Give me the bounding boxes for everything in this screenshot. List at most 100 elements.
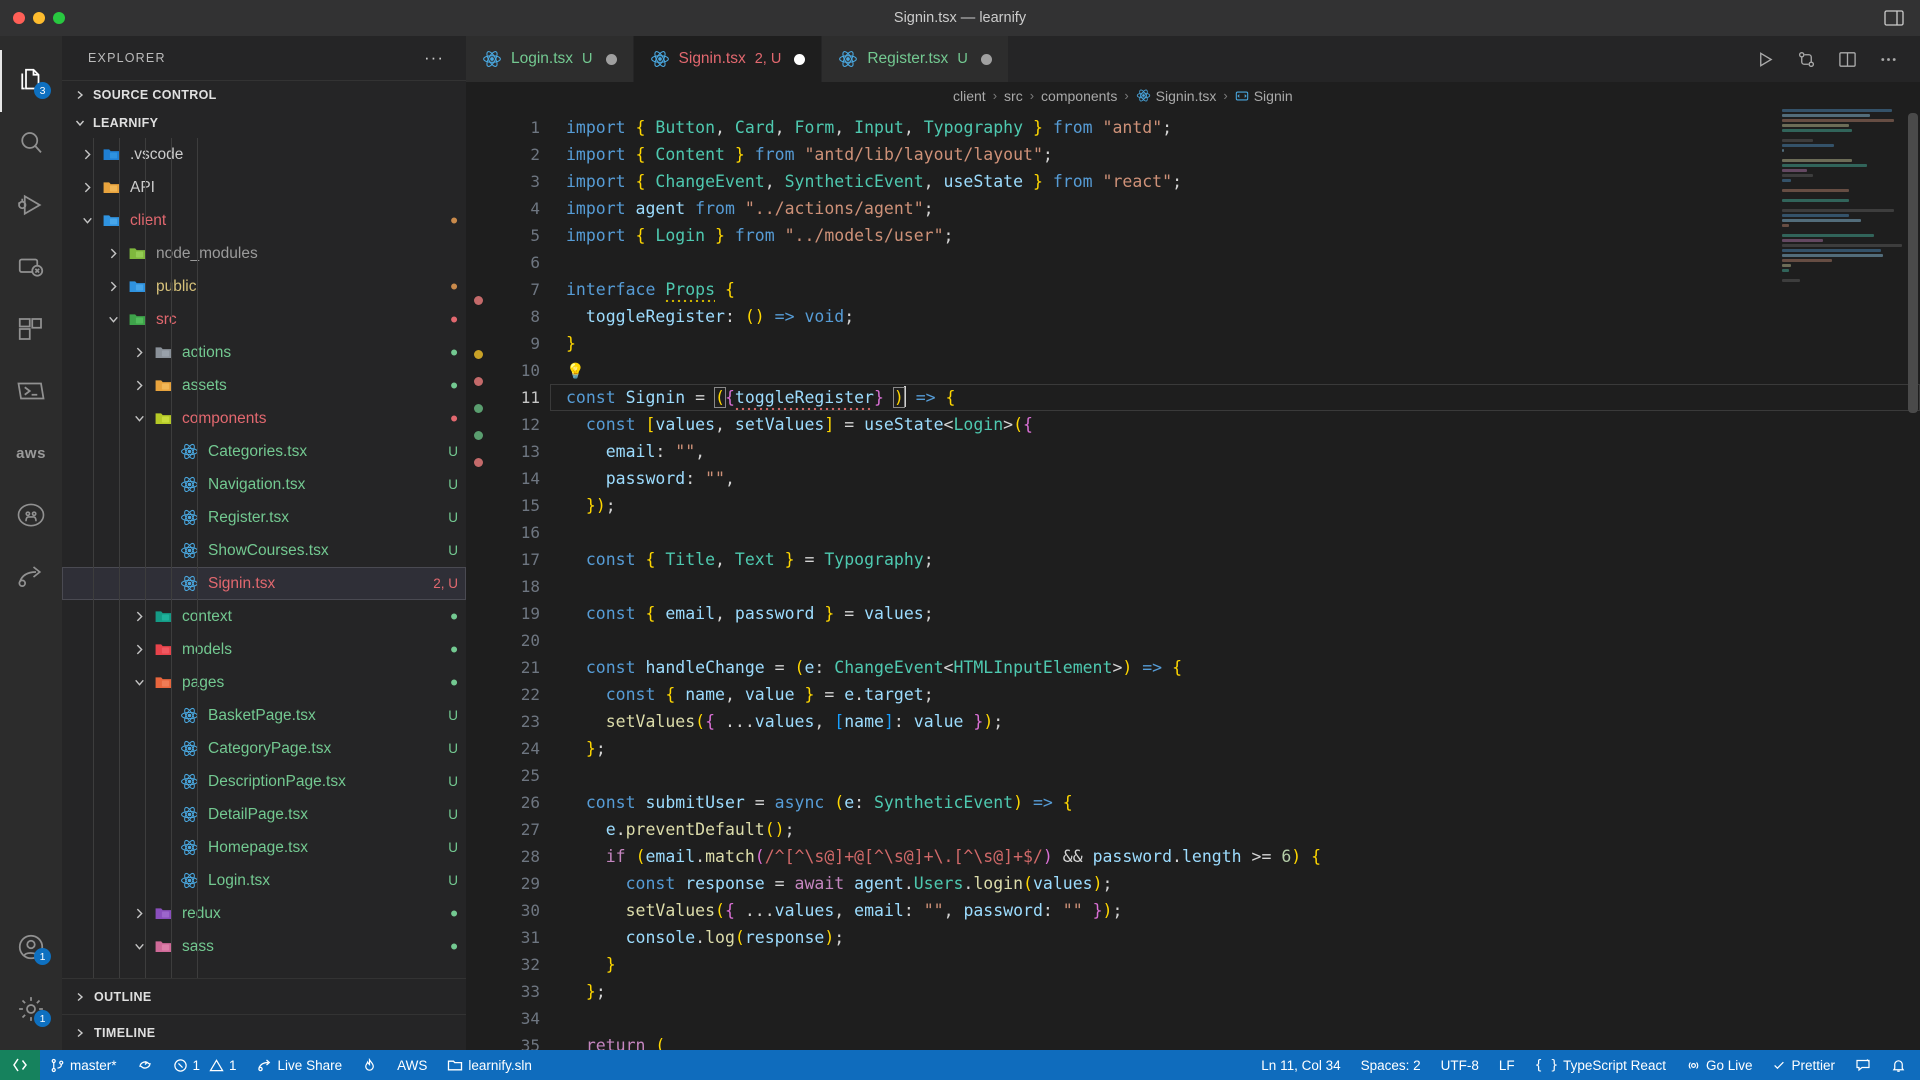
- tree-folder-item[interactable]: actions •: [62, 336, 466, 369]
- activity-item-extensions[interactable]: [0, 298, 62, 360]
- tree-file-item[interactable]: BasketPage.tsx U: [62, 699, 466, 732]
- code-line[interactable]: 5 import { Login } from "../models/user";: [488, 222, 1920, 249]
- tree-folder-item[interactable]: src •: [62, 303, 466, 336]
- tree-folder-item[interactable]: assets •: [62, 369, 466, 402]
- code-line[interactable]: 9}: [488, 330, 1920, 357]
- panel-source-control[interactable]: SOURCE CONTROL: [62, 80, 466, 108]
- code-line[interactable]: 17 const { Title, Text } = Typography;: [488, 546, 1920, 573]
- editor-tab-actions[interactable]: [1734, 36, 1920, 82]
- activity-item-live-share[interactable]: [0, 546, 62, 608]
- tree-file-item[interactable]: CategoryPage.tsx U: [62, 732, 466, 765]
- activity-item-terminal[interactable]: [0, 360, 62, 422]
- tree-file-item[interactable]: Signin.tsx 2, U: [62, 567, 466, 600]
- code-line[interactable]: 7 interface Props {: [488, 276, 1920, 303]
- chevron-right-icon[interactable]: [102, 280, 124, 293]
- code-line[interactable]: 19 const { email, password } = values;: [488, 600, 1920, 627]
- tree-folder-item[interactable]: client •: [62, 204, 466, 237]
- code-line[interactable]: 16: [488, 519, 1920, 546]
- code-line[interactable]: 18: [488, 573, 1920, 600]
- status-solution[interactable]: learnify.sln: [437, 1050, 542, 1080]
- status-problems[interactable]: 1 1: [163, 1050, 247, 1080]
- editor-tab[interactable]: Register.tsx U: [822, 36, 1009, 82]
- panel-outline[interactable]: OUTLINE: [62, 978, 466, 1014]
- code-line[interactable]: 23 setValues({ ...values, [name]: value …: [488, 708, 1920, 735]
- code-line[interactable]: 30 setValues({ ...values, email: "", pas…: [488, 897, 1920, 924]
- tree-file-item[interactable]: DescriptionPage.tsx U: [62, 765, 466, 798]
- activity-item-github[interactable]: [0, 484, 62, 546]
- status-language-mode[interactable]: { } TypeScript React: [1525, 1050, 1676, 1080]
- status-encoding[interactable]: UTF-8: [1431, 1050, 1489, 1080]
- chevron-down-icon[interactable]: [128, 940, 150, 953]
- code-line[interactable]: 26 const submitUser = async (e: Syntheti…: [488, 789, 1920, 816]
- chevron-right-icon[interactable]: [128, 907, 150, 920]
- chevron-right-icon[interactable]: [102, 247, 124, 260]
- status-live-share[interactable]: Live Share: [247, 1050, 353, 1080]
- tree-file-item[interactable]: Categories.tsx U: [62, 435, 466, 468]
- zoom-window-button[interactable]: [53, 12, 65, 24]
- code-line[interactable]: 1 import { Button, Card, Form, Input, Typ…: [488, 114, 1920, 141]
- chevron-down-icon[interactable]: [102, 313, 124, 326]
- activity-item-settings[interactable]: 1: [0, 978, 62, 1040]
- code-line[interactable]: 34: [488, 1005, 1920, 1032]
- chevron-right-icon[interactable]: [128, 379, 150, 392]
- code-line[interactable]: 20: [488, 627, 1920, 654]
- activity-item-accounts[interactable]: 1: [0, 916, 62, 978]
- tree-folder-item[interactable]: context •: [62, 600, 466, 633]
- code-line[interactable]: 28 if (email.match(/^[^\s@]+@[^\s@]+\.[^…: [488, 843, 1920, 870]
- code-line[interactable]: 31 console.log(response);: [488, 924, 1920, 951]
- activity-item-remote-explorer[interactable]: [0, 236, 62, 298]
- tree-folder-item[interactable]: API: [62, 171, 466, 204]
- status-go-live[interactable]: Go Live: [1676, 1050, 1763, 1080]
- editor-layout-icon[interactable]: [1884, 9, 1904, 27]
- chevron-right-icon[interactable]: [128, 346, 150, 359]
- play-icon[interactable]: [1756, 50, 1775, 69]
- activity-item-run-and-debug[interactable]: [0, 174, 62, 236]
- tree-file-item[interactable]: DetailPage.tsx U: [62, 798, 466, 831]
- code-line[interactable]: 24 };: [488, 735, 1920, 762]
- code-line[interactable]: 27 e.preventDefault();: [488, 816, 1920, 843]
- tree-folder-item[interactable]: models •: [62, 633, 466, 666]
- code-line[interactable]: 10 💡: [488, 357, 1920, 384]
- code-line[interactable]: 15 });: [488, 492, 1920, 519]
- code-line[interactable]: 22 const { name, value } = e.target;: [488, 681, 1920, 708]
- sidebar-more-actions-button[interactable]: ···: [424, 48, 444, 68]
- tree-file-item[interactable]: ShowCourses.tsx U: [62, 534, 466, 567]
- status-eol[interactable]: LF: [1489, 1050, 1525, 1080]
- tree-file-item[interactable]: Homepage.tsx U: [62, 831, 466, 864]
- chevron-right-icon[interactable]: [76, 148, 98, 161]
- chevron-right-icon[interactable]: [76, 181, 98, 194]
- breadcrumb-item[interactable]: Signin: [1235, 88, 1293, 104]
- chevron-right-icon[interactable]: [128, 643, 150, 656]
- code-line[interactable]: 8 toggleRegister: () => void;: [488, 303, 1920, 330]
- code-line[interactable]: 25: [488, 762, 1920, 789]
- activity-item-explorer[interactable]: 3: [0, 50, 62, 112]
- code-line[interactable]: 32 }: [488, 951, 1920, 978]
- tree-folder-item[interactable]: .vscode: [62, 138, 466, 171]
- status-branch[interactable]: master*: [40, 1050, 127, 1080]
- editor-vertical-scrollbar[interactable]: [1906, 109, 1920, 1050]
- window-controls[interactable]: [0, 12, 65, 24]
- file-tree[interactable]: .vscode API client • node_modules public • src •…: [62, 138, 466, 978]
- titlebar-actions[interactable]: [1884, 9, 1920, 27]
- code-line[interactable]: 14 password: "",: [488, 465, 1920, 492]
- code-line[interactable]: 21 const handleChange = (e: ChangeEvent<…: [488, 654, 1920, 681]
- chevron-down-icon[interactable]: [76, 214, 98, 227]
- status-cursor-position[interactable]: Ln 11, Col 34: [1251, 1050, 1350, 1080]
- breadcrumb-item[interactable]: Signin.tsx: [1136, 88, 1216, 104]
- code-line[interactable]: 12 const [values, setValues] = useState<…: [488, 411, 1920, 438]
- code-line[interactable]: 35 return (: [488, 1032, 1920, 1050]
- tree-folder-item[interactable]: redux •: [62, 897, 466, 930]
- unsaved-indicator-icon[interactable]: [794, 53, 806, 65]
- editor-tabs[interactable]: Login.tsx U Signin.tsx 2, U Register.tsx U: [466, 36, 1009, 82]
- tree-file-item[interactable]: Register.tsx U: [62, 501, 466, 534]
- panel-timeline[interactable]: TIMELINE: [62, 1014, 466, 1050]
- code-line[interactable]: 13 email: "",: [488, 438, 1920, 465]
- activity-item-search[interactable]: [0, 112, 62, 174]
- code-editor[interactable]: 1 import { Button, Card, Form, Input, Typ…: [466, 109, 1920, 1050]
- code-line[interactable]: 33 };: [488, 978, 1920, 1005]
- status-flame[interactable]: [352, 1050, 387, 1080]
- status-indentation[interactable]: Spaces: 2: [1351, 1050, 1431, 1080]
- breadcrumb[interactable]: client › src › components › Signin.tsx › Signin: [466, 82, 1920, 109]
- close-window-button[interactable]: [13, 12, 25, 24]
- tree-file-item[interactable]: Navigation.tsx U: [62, 468, 466, 501]
